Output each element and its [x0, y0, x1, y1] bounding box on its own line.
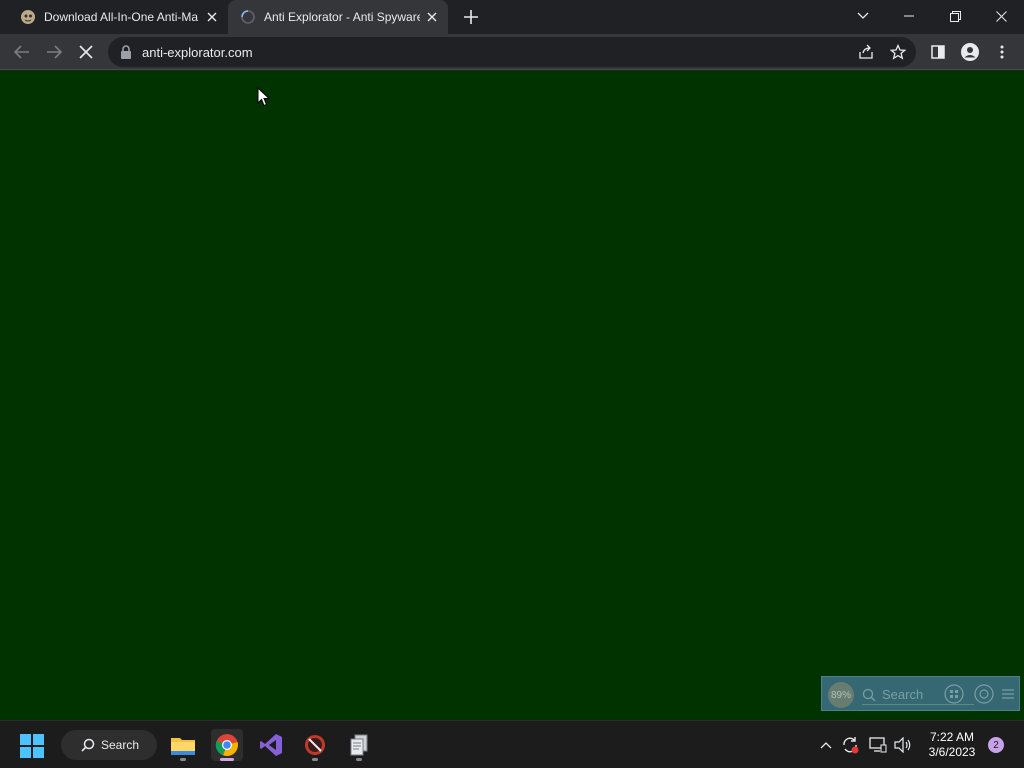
taskbar-file-explorer[interactable]: [167, 729, 199, 761]
show-hidden-icons-chevron-icon[interactable]: [817, 736, 835, 754]
tab-strip: Download All-In-One Anti-Ma Anti Explora…: [0, 0, 1024, 34]
close-tab-icon[interactable]: [204, 9, 220, 25]
tab-download-anti-malware[interactable]: Download All-In-One Anti-Ma: [0, 0, 228, 34]
chrome-icon: [215, 734, 238, 757]
restore-icon[interactable]: [932, 0, 978, 32]
taskbar-visual-studio[interactable]: [255, 729, 287, 761]
folder-icon: [171, 738, 195, 755]
kebab-menu-icon[interactable]: [992, 42, 1012, 62]
cpu-percent-badge: 89%: [828, 682, 854, 708]
sync-alert-icon[interactable]: [841, 736, 859, 754]
back-arrow-icon[interactable]: [12, 42, 32, 62]
tab-title: Anti Explorator - Anti Spyware: [264, 10, 420, 24]
taskbar-search-button[interactable]: Search: [61, 730, 157, 760]
loading-spinner-icon: [241, 10, 255, 24]
taskbar-documents-app[interactable]: [343, 729, 375, 761]
running-indicator: [356, 758, 362, 761]
floating-search-widget[interactable]: 89% Search: [821, 676, 1020, 711]
address-url[interactable]: anti-explorator.com: [142, 45, 253, 60]
taskbar-chrome[interactable]: [211, 729, 243, 761]
profile-avatar-icon[interactable]: [960, 42, 980, 62]
bookmark-star-icon[interactable]: [890, 44, 906, 60]
forward-arrow-icon[interactable]: [44, 42, 64, 62]
new-tab-plus-icon[interactable]: [462, 8, 480, 26]
side-panel-icon[interactable]: [928, 42, 948, 62]
active-indicator: [220, 758, 234, 761]
search-icon: [81, 738, 95, 752]
clock-time: 7:22 AM: [929, 730, 975, 744]
stop-loading-icon[interactable]: [76, 42, 96, 62]
taskbar-search-label: Search: [101, 738, 140, 752]
clock-date: 3/6/2023: [928, 745, 976, 759]
widget-search-placeholder: Search: [882, 687, 924, 702]
windows-taskbar: Search 7:22 AM 3/6/2023 2: [0, 720, 1024, 768]
web-page-content[interactable]: [0, 71, 1024, 720]
address-bar[interactable]: anti-explorator.com: [108, 37, 916, 67]
search-icon: [862, 688, 876, 701]
hamburger-menu-icon[interactable]: [998, 684, 1018, 704]
tab-search-chevron-icon[interactable]: [840, 0, 886, 32]
browser-toolbar: anti-explorator.com: [0, 34, 1024, 70]
tab-title: Download All-In-One Anti-Ma: [44, 10, 199, 24]
taskbar-blocked-app[interactable]: [299, 729, 331, 761]
minimize-icon[interactable]: [886, 0, 932, 32]
visual-studio-icon: [260, 734, 282, 756]
documents-icon: [350, 734, 368, 756]
network-icon[interactable]: [869, 736, 887, 754]
share-icon[interactable]: [858, 44, 874, 60]
running-indicator: [312, 758, 318, 761]
notification-count-badge[interactable]: 2: [988, 737, 1004, 753]
volume-icon[interactable]: [894, 736, 912, 754]
favicon-mascot-icon: [21, 10, 35, 24]
system-clock[interactable]: 7:22 AM 3/6/2023: [926, 730, 978, 760]
capture-tool-icon[interactable]: [974, 684, 994, 704]
grid-apps-icon[interactable]: [944, 684, 964, 704]
close-window-icon[interactable]: [978, 0, 1024, 32]
lock-icon[interactable]: [120, 45, 132, 59]
tab-anti-explorator[interactable]: Anti Explorator - Anti Spyware: [228, 0, 448, 34]
mouse-pointer-icon: [257, 87, 271, 107]
blocked-app-icon: [305, 735, 325, 755]
close-tab-icon[interactable]: [424, 9, 440, 25]
windows-start-icon[interactable]: [20, 734, 44, 758]
running-indicator: [180, 758, 186, 761]
